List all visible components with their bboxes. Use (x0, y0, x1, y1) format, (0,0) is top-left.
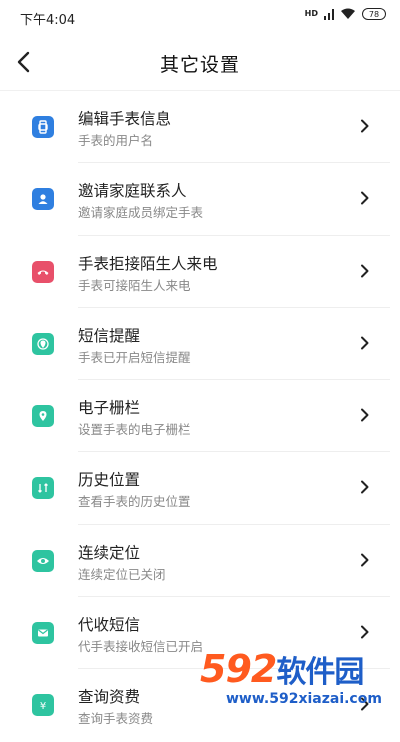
status-icons: HD 78 (305, 8, 386, 20)
settings-row-subtitle: 邀请家庭成员绑定手表 (78, 202, 203, 221)
nav-bar: 其它设置 (0, 34, 400, 90)
geofence-icon (32, 405, 54, 427)
chevron-right-icon (358, 119, 372, 133)
settings-row-title: 邀请家庭联系人 (78, 179, 187, 201)
settings-row-title: 手表拒接陌生人来电 (78, 252, 218, 274)
watermark-logo: 592软件园 www.592xiazai.com (200, 647, 396, 711)
settings-row-subtitle: 手表的用户名 (78, 130, 153, 149)
chevron-right-icon (358, 480, 372, 494)
chevron-right-icon (358, 408, 372, 422)
chevron-right-icon (358, 553, 372, 567)
watch-icon (32, 116, 54, 138)
yuan-icon: ¥ (32, 694, 54, 716)
settings-row-title: 代收短信 (78, 613, 140, 635)
page-title: 其它设置 (0, 50, 400, 77)
settings-row-subtitle: 连续定位已关闭 (78, 564, 166, 583)
settings-row-title: 查询资费 (78, 685, 140, 707)
settings-row[interactable]: 短信提醒手表已开启短信提醒 (0, 308, 400, 380)
chevron-right-icon (358, 336, 372, 350)
hd-signal-icon: HD (305, 10, 318, 18)
settings-row[interactable]: 邀请家庭联系人邀请家庭成员绑定手表 (0, 163, 400, 235)
chevron-right-icon (358, 191, 372, 205)
history-location-icon (32, 477, 54, 499)
settings-row[interactable]: 连续定位连续定位已关闭 (0, 525, 400, 597)
settings-row-title: 电子栅栏 (78, 396, 140, 418)
settings-row-subtitle: 查询手表资费 (78, 708, 153, 727)
settings-row-title: 短信提醒 (78, 324, 140, 346)
settings-row-subtitle: 代手表接收短信已开启 (78, 636, 203, 655)
chevron-right-icon (358, 625, 372, 639)
settings-row-title: 编辑手表信息 (78, 107, 171, 129)
settings-row-subtitle: 手表已开启短信提醒 (78, 347, 191, 366)
watermark-url: www.592xiazai.com (226, 691, 382, 707)
phone-reject-icon (32, 261, 54, 283)
settings-row[interactable]: 电子栅栏设置手表的电子栅栏 (0, 380, 400, 452)
settings-row-title: 历史位置 (78, 468, 140, 490)
wifi-icon (340, 8, 356, 20)
settings-row[interactable]: 历史位置查看手表的历史位置 (0, 452, 400, 524)
battery-icon: 78 (362, 8, 386, 20)
settings-row-subtitle: 手表可接陌生人来电 (78, 275, 191, 294)
status-time: 下午4:04 (20, 9, 75, 28)
contact-icon (32, 188, 54, 210)
settings-row[interactable]: 编辑手表信息手表的用户名 (0, 91, 400, 163)
settings-row[interactable]: 手表拒接陌生人来电手表可接陌生人来电 (0, 236, 400, 308)
mail-icon (32, 622, 54, 644)
cellular-signal-icon (324, 9, 334, 20)
chevron-right-icon (358, 264, 372, 278)
status-bar: 下午4:04 HD 78 (0, 0, 400, 34)
settings-row-subtitle: 查看手表的历史位置 (78, 491, 191, 510)
sms-alert-icon (32, 333, 54, 355)
settings-row-subtitle: 设置手表的电子栅栏 (78, 419, 191, 438)
continuous-locate-icon (32, 550, 54, 572)
settings-row-title: 连续定位 (78, 541, 140, 563)
watermark-title: 592软件园 (200, 647, 363, 691)
settings-list: 编辑手表信息手表的用户名邀请家庭联系人邀请家庭成员绑定手表手表拒接陌生人来电手表… (0, 91, 400, 742)
